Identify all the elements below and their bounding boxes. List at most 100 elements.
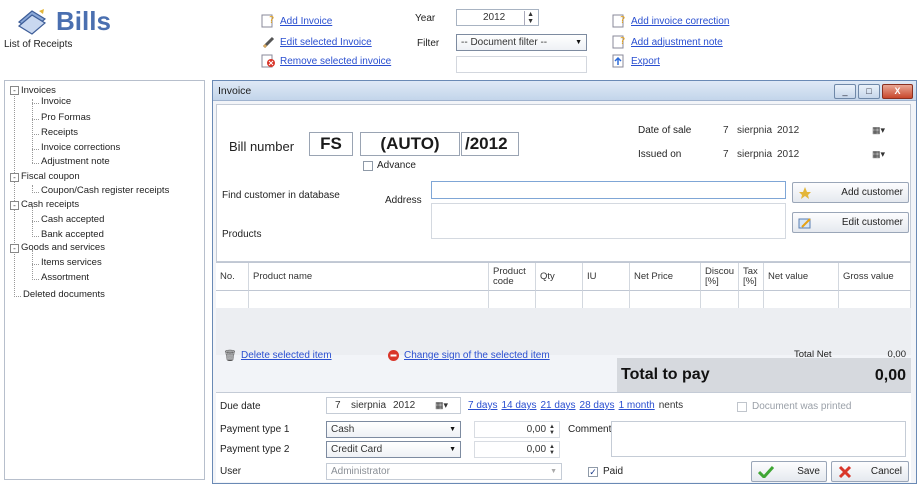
table-cell[interactable] (489, 291, 536, 309)
col-gross-value[interactable]: Gross value (839, 263, 911, 291)
add-adjustment-button[interactable]: ? Add adjustment note (612, 35, 723, 49)
address-field[interactable] (431, 203, 786, 239)
total-to-pay-value: 0,00 (874, 367, 906, 384)
save-button[interactable]: Save (751, 461, 827, 482)
table-cell[interactable] (583, 291, 630, 309)
due-21-days-link[interactable]: 21 days (541, 400, 576, 411)
spinner-arrows-icon[interactable]: ▲ ▼ (549, 444, 555, 456)
table-cell[interactable] (739, 291, 764, 309)
col-discount[interactable]: Discou [%] (701, 263, 739, 291)
customer-search-input[interactable] (431, 181, 786, 199)
col-net-price[interactable]: Net Price (630, 263, 701, 291)
due-1-month-link[interactable]: 1 month (619, 400, 655, 411)
spinner-arrows-icon[interactable]: ▲ ▼ (524, 10, 534, 25)
col-qty[interactable]: Qty (536, 263, 583, 291)
paid-checkbox[interactable]: ✓ (588, 467, 598, 477)
tree-item-pro-formas[interactable]: Pro Formas (41, 112, 91, 123)
comment-textarea[interactable] (611, 421, 906, 457)
table-cell[interactable] (839, 291, 911, 309)
tree-item-deleted-documents[interactable]: Deleted documents (23, 289, 105, 300)
user-select[interactable]: Administrator ▼ (326, 463, 562, 480)
document-printed-checkbox[interactable] (737, 402, 747, 412)
payment-type-1-label: Payment type 1 (220, 424, 290, 435)
close-icon[interactable]: X (882, 84, 913, 99)
table-cell[interactable] (536, 291, 583, 309)
document-filter-select[interactable]: -- Document filter -- ▼ (456, 34, 587, 51)
edit-customer-button[interactable]: Edit customer (792, 212, 909, 233)
calendar-icon[interactable]: ▦▾ (872, 149, 885, 160)
payment-type-2-select[interactable]: Credit Card ▼ (326, 441, 461, 458)
table-cell[interactable] (701, 291, 739, 309)
add-customer-button[interactable]: Add customer (792, 182, 909, 203)
due-7-days-link[interactable]: 7 days (468, 400, 497, 411)
date-month: sierpnia (737, 125, 773, 136)
due-14-days-link[interactable]: 14 days (501, 400, 536, 411)
tree-item-cash-receipts[interactable]: Cash receipts (21, 199, 79, 210)
col-no[interactable]: No. (216, 263, 249, 291)
calendar-icon[interactable]: ▦▾ (435, 400, 448, 411)
table-cell[interactable] (216, 291, 249, 309)
col-iu[interactable]: IU (583, 263, 630, 291)
col-net-value[interactable]: Net value (764, 263, 839, 291)
payment-type-1-select[interactable]: Cash ▼ (326, 421, 461, 438)
cancel-button[interactable]: Cancel (831, 461, 909, 482)
collapse-toggle-icon[interactable]: - (10, 244, 19, 253)
col-product-code[interactable]: Product code (489, 263, 536, 291)
tree-item-coupon-receipts[interactable]: Coupon/Cash register receipts (41, 185, 169, 196)
edit-invoice-button[interactable]: Edit selected Invoice (261, 35, 372, 49)
advance-checkbox[interactable] (363, 161, 373, 171)
tree-item-receipts[interactable]: Receipts (41, 127, 78, 138)
chevron-down-icon: ▼ (449, 446, 456, 453)
bill-number-field[interactable]: (AUTO) (360, 132, 460, 156)
change-sign-button[interactable]: Change sign of the selected item (387, 349, 550, 362)
checkmark-icon (758, 465, 774, 478)
tree-item-bank-accepted[interactable]: Bank accepted (41, 229, 104, 240)
collapse-toggle-icon[interactable]: - (10, 86, 19, 95)
due-28-days-link[interactable]: 28 days (580, 400, 615, 411)
tree-item-items-services[interactable]: Items services (41, 257, 102, 268)
window-title: Invoice (218, 85, 252, 97)
tree-item-assortment[interactable]: Assortment (41, 272, 89, 283)
tree-item-fiscal-coupon[interactable]: Fiscal coupon (21, 171, 80, 182)
export-button[interactable]: Export (612, 54, 660, 68)
cancel-label: Cancel (870, 466, 902, 477)
spinner-arrows-icon[interactable]: ▲ ▼ (549, 424, 555, 436)
col-tax[interactable]: Tax [%] (739, 263, 764, 291)
add-correction-button[interactable]: ? Add invoice correction (612, 14, 729, 28)
payment-2-amount-input[interactable]: 0,00 ▲ ▼ (474, 441, 560, 458)
minimize-icon[interactable]: _ (834, 84, 856, 99)
tree-item-invoice-corrections[interactable]: Invoice corrections (41, 142, 120, 153)
filter-extra-field[interactable] (456, 56, 587, 73)
payment-1-amount-input[interactable]: 0,00 ▲ ▼ (474, 421, 560, 438)
due-date-picker[interactable]: 7 sierpnia 2012 ▦▾ (326, 397, 461, 414)
tree-item-adjustment-note[interactable]: Adjustment note (41, 156, 110, 167)
issued-on-picker[interactable]: 7 sierpnia 2012 ▦▾ (723, 146, 908, 163)
due-links-suffix: nents (658, 400, 684, 411)
bill-prefix-field[interactable]: FS (309, 132, 353, 156)
table-empty-area (216, 308, 911, 355)
due-shortcuts: 7 days 14 days 21 days 28 days 1 month n… (468, 400, 683, 411)
tree-item-invoice[interactable]: Invoice (41, 96, 71, 107)
add-invoice-button[interactable]: ? Add Invoice (261, 14, 332, 28)
bills-logo-icon (17, 9, 47, 35)
bill-suffix-field[interactable]: /2012 (461, 132, 519, 156)
tree-item-invoices[interactable]: Invoices (21, 85, 56, 96)
maximize-icon[interactable]: □ (858, 84, 880, 99)
col-product-name[interactable]: Product name (249, 263, 489, 291)
collapse-toggle-icon[interactable]: - (10, 173, 19, 182)
tree-item-goods-services[interactable]: Goods and services (21, 242, 105, 253)
collapse-toggle-icon[interactable]: - (10, 201, 19, 210)
calendar-icon[interactable]: ▦▾ (872, 125, 885, 136)
svg-text:?: ? (620, 15, 625, 26)
window-titlebar[interactable]: Invoice _ □ X (213, 81, 916, 101)
year-spinner[interactable]: 2012 ▲ ▼ (456, 9, 539, 26)
remove-invoice-button[interactable]: Remove selected invoice (261, 54, 391, 68)
delete-item-button[interactable]: 🗑 Delete selected item (223, 349, 332, 362)
invoice-header-panel: Bill number FS (AUTO) /2012 Advance Date… (216, 104, 911, 262)
table-cell[interactable] (764, 291, 839, 309)
date-of-sale-picker[interactable]: 7 sierpnia 2012 ▦▾ (723, 122, 908, 139)
table-cell[interactable] (630, 291, 701, 309)
table-cell[interactable] (249, 291, 489, 309)
tree-item-cash-accepted[interactable]: Cash accepted (41, 214, 104, 225)
chevron-down-icon: ▼ (575, 39, 582, 46)
